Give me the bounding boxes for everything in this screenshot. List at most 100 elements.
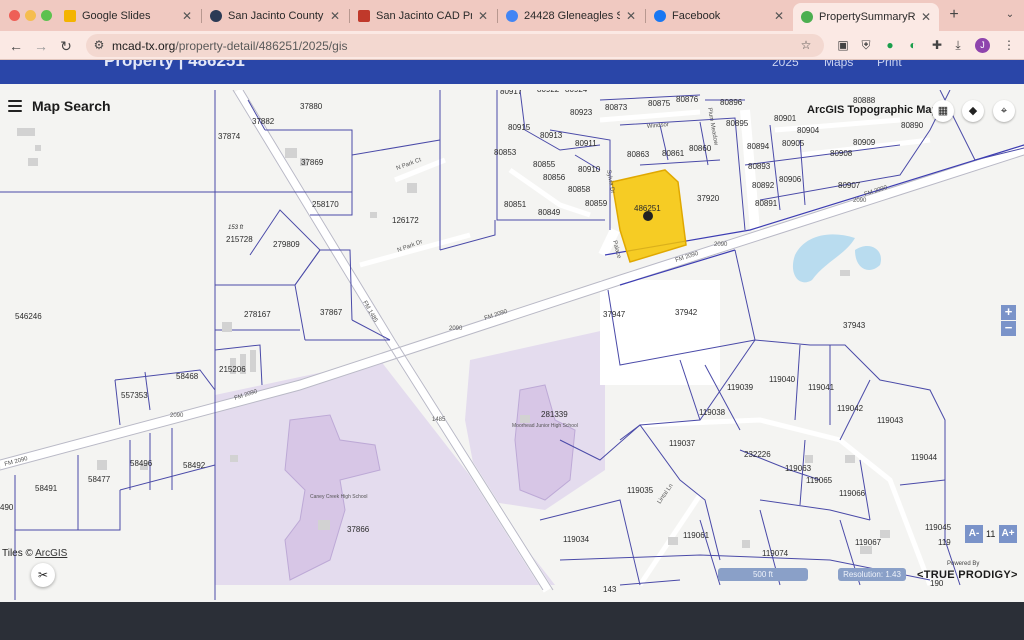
download-icon[interactable]: ⤓ [951, 38, 965, 52]
pond [855, 245, 881, 270]
parcel-label: 119 [938, 538, 951, 547]
parcel-label: 119034 [563, 535, 590, 544]
parcel-label: 119040 [769, 375, 796, 384]
gis-map[interactable]: 80917 80922 80924 80873 80875 80876 8089… [0, 90, 1024, 602]
tab-list-chevron-icon[interactable]: ⌄ [1000, 5, 1020, 25]
grammarly-icon[interactable]: ● [883, 38, 897, 52]
parcel-label: 80922 [537, 90, 560, 94]
bookmark-star-icon[interactable]: ☆ [799, 38, 813, 52]
reload-icon[interactable]: ↻ [56, 36, 76, 56]
parcel-label: 80858 [568, 185, 591, 194]
new-tab-button[interactable]: + [944, 5, 964, 25]
grid-icon[interactable]: ▦ [932, 100, 954, 122]
url-host: mcad-tx.org [112, 39, 176, 53]
close-icon[interactable]: ✕ [921, 10, 931, 24]
tab-label: Facebook [672, 10, 721, 22]
parcel-label: 80860 [689, 144, 712, 153]
parcel-label: 80910 [578, 165, 601, 174]
forward-arrow-icon[interactable]: → [31, 36, 51, 56]
site-info-icon[interactable]: ⚙ [92, 38, 106, 52]
tab-label: San Jacinto CAD Proper [376, 10, 472, 22]
parcel-lines [0, 90, 1024, 600]
map-canvas[interactable]: 80917 80922 80924 80873 80875 80876 8089… [0, 90, 1024, 602]
parcel-label: 119043 [877, 416, 904, 425]
close-icon[interactable]: ✕ [330, 9, 340, 23]
parcel-label: 80863 [627, 150, 650, 159]
parcel-label: 80851 [504, 200, 527, 209]
tab-facebook[interactable]: Facebook ✕ [646, 3, 792, 29]
selected-parcel-label: 486251 [634, 204, 661, 213]
close-icon[interactable]: ✕ [774, 9, 784, 23]
tab-property-summary[interactable]: PropertySummaryRepo ✕ [793, 3, 939, 31]
parcel-label: 80923 [570, 108, 593, 117]
layers-icon[interactable]: ◆ [962, 100, 984, 122]
basemap-title: ArcGIS Topographic Map [807, 104, 939, 116]
tab-san-jacinto-cad[interactable]: San Jacinto CAD Proper ✕ [350, 3, 496, 29]
parcel-label: 119067 [855, 538, 882, 547]
maps-link[interactable]: Maps [824, 60, 853, 69]
zoom-in-button[interactable]: + [1001, 305, 1016, 320]
menu-icon[interactable] [8, 100, 22, 112]
parcel-label: 215728 [226, 235, 253, 244]
road-label: Palace [611, 240, 622, 260]
place-label: Moorhead Junior High School [512, 423, 578, 429]
parcel-label: 119063 [785, 464, 812, 473]
road-label: Plum Meadow [706, 107, 719, 146]
print-link[interactable]: Print [877, 60, 902, 69]
road-shield: 2090 [449, 326, 463, 332]
parcel-label: 80849 [538, 208, 561, 217]
parcel-label: 80859 [585, 199, 608, 208]
close-window-button[interactable] [9, 10, 20, 21]
parcel-label: 232226 [744, 450, 771, 459]
parcel-label: 80861 [662, 149, 685, 158]
profile-avatar[interactable]: J [975, 38, 990, 53]
arcgis-link[interactable]: ArcGIS [35, 548, 67, 559]
year-selector[interactable]: 2025 [772, 60, 799, 69]
browser-window: Google Slides ✕ San Jacinto County App ✕… [0, 0, 1024, 640]
location-pin-icon[interactable]: ⌖ [993, 100, 1015, 122]
map-attribution: Tiles © ArcGIS [2, 548, 67, 559]
tab-google-slides[interactable]: Google Slides ✕ [56, 3, 200, 29]
tab-label: San Jacinto County App [228, 10, 324, 22]
parcel-label: 215206 [219, 365, 246, 374]
close-icon[interactable]: ✕ [182, 9, 192, 23]
parcel-label: 37882 [252, 117, 275, 126]
parcel-label: 37869 [301, 158, 324, 167]
back-arrow-icon[interactable]: ← [6, 36, 26, 56]
true-prodigy-logo[interactable]: <TRUE PRODIGY> [917, 569, 1018, 581]
shield-icon[interactable]: ⛨ [859, 38, 873, 52]
white-tile-patch [600, 280, 720, 385]
map-search-panel[interactable]: Map Search [8, 96, 111, 116]
minimize-window-button[interactable] [25, 10, 36, 21]
font-increase-button[interactable]: A+ [999, 525, 1017, 543]
close-icon[interactable]: ✕ [478, 9, 488, 23]
tab-san-jacinto-county[interactable]: San Jacinto County App ✕ [202, 3, 348, 29]
maximize-window-button[interactable] [41, 10, 52, 21]
font-decrease-button[interactable]: A- [965, 525, 983, 543]
parcel-label: 37867 [320, 308, 343, 317]
parcel-label: 58491 [35, 484, 58, 493]
puzzle-icon[interactable]: ✚ [930, 38, 944, 52]
tab-gleneagles[interactable]: 24428 Gleneagles St - ✕ [498, 3, 644, 29]
parcel-label: 80905 [782, 139, 805, 148]
address-bar[interactable]: ⚙ mcad-tx.org/property-detail/486251/202… [86, 34, 824, 57]
parcel-label: 490 [0, 503, 14, 512]
parcel-label: 119065 [806, 476, 833, 485]
extension-k-icon[interactable]: ▣ [836, 38, 850, 52]
parcel-label: 80894 [747, 142, 770, 151]
tools-icon[interactable]: ✂ [31, 563, 55, 587]
more-menu-icon[interactable]: ⋮ [1002, 38, 1016, 52]
parcel-label: 258170 [312, 200, 339, 209]
parcel-label: 119074 [762, 549, 789, 558]
close-icon[interactable]: ✕ [626, 9, 636, 23]
zoom-out-button[interactable]: − [1001, 321, 1016, 336]
parcel-label: 37942 [675, 308, 698, 317]
parcel-label: 119038 [699, 408, 726, 417]
parcel-label: 37920 [697, 194, 720, 203]
extensions-puzzle-icon[interactable] [912, 38, 926, 52]
parcel-label: 119042 [837, 404, 864, 413]
parcel-label: 58468 [176, 372, 199, 381]
place-label: Caney Creek High School [310, 494, 368, 500]
parcel-label: 80873 [605, 103, 628, 112]
parcel-label: 37874 [218, 132, 241, 141]
